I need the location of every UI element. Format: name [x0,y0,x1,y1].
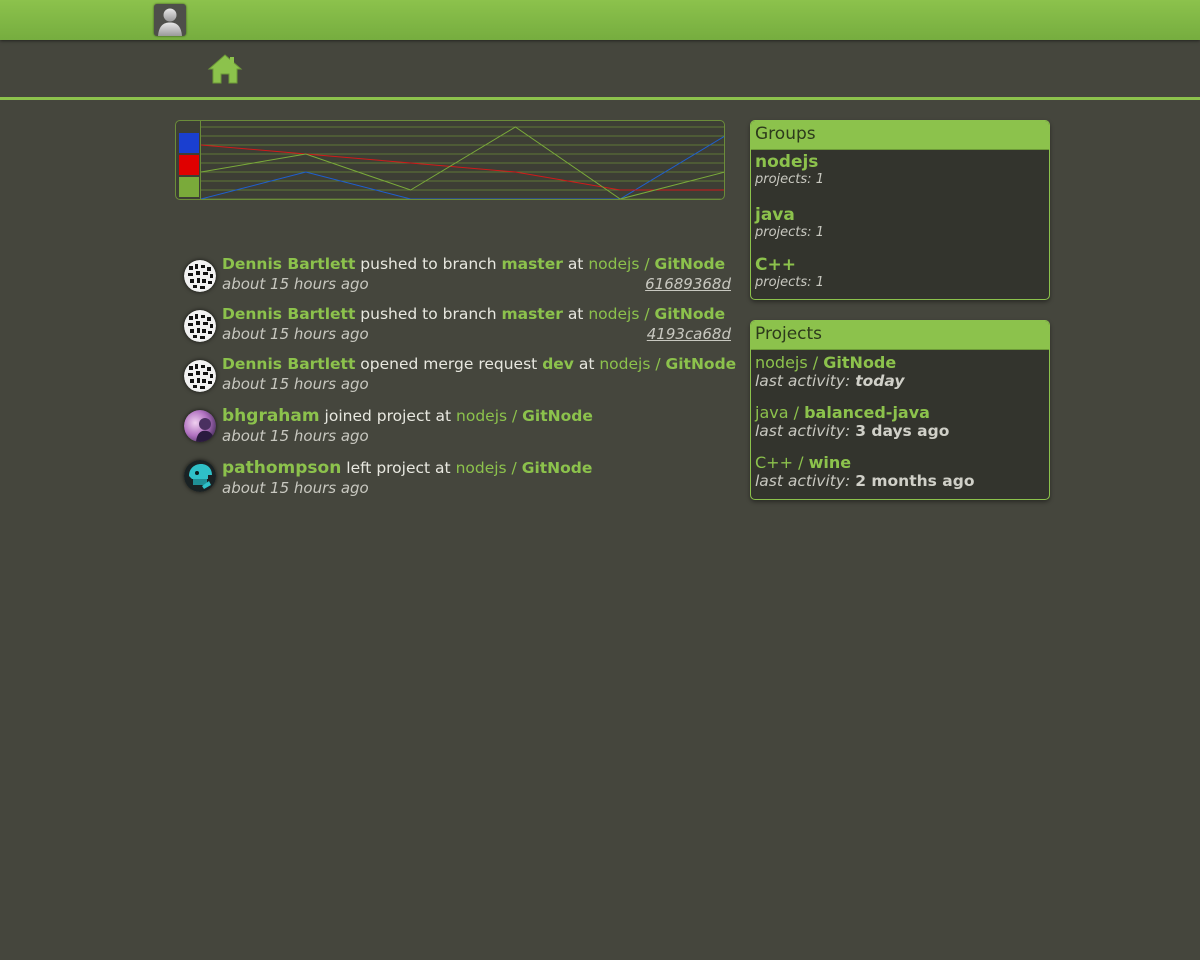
event-at: at [578,355,595,373]
event-summary: bhgraham joined project at nodejs / GitN… [222,406,593,426]
event-namespace-link[interactable]: nodejs / [588,305,649,323]
event-project-link[interactable]: GitNode [522,407,593,425]
event-namespace-link[interactable]: nodejs / [456,407,517,425]
event-namespace-link[interactable]: nodejs / [599,355,660,373]
group-name-link[interactable]: C++ [755,255,1049,275]
event-project-link[interactable]: GitNode [522,459,593,477]
event-branch-link[interactable]: master [501,305,562,323]
projects-panel-title: Projects [751,321,1049,350]
last-activity-value: 3 days ago [855,422,950,440]
event-user-link[interactable]: pathompson [222,458,341,478]
event-time: about 15 hours ago [222,375,369,393]
activity-chart [175,120,725,200]
feed-event: Dennis Bartlett opened merge request dev… [180,350,745,400]
feed-event: Dennis Bartlett pushed to branch master … [180,250,745,300]
groups-panel: Groups nodejs projects: 1 java projects:… [750,120,1050,300]
user-avatar[interactable] [184,360,216,392]
group-name-link[interactable]: java [755,205,1049,225]
user-avatar[interactable] [184,260,216,292]
event-user-link[interactable]: Dennis Bartlett [222,355,355,373]
event-namespace-link[interactable]: nodejs / [456,459,517,477]
event-user-link[interactable]: Dennis Bartlett [222,255,355,273]
group-item[interactable]: java projects: 1 [751,203,1049,253]
project-item[interactable]: java / balanced-java last activity: 3 da… [751,400,1049,450]
event-time: about 15 hours ago [222,479,369,497]
event-summary: Dennis Bartlett pushed to branch master … [222,305,725,323]
projects-panel: Projects nodejs / GitNode last activity:… [750,320,1050,500]
chart-legend [176,121,201,199]
event-at: at [435,407,452,425]
event-namespace-link[interactable]: nodejs / [588,255,649,273]
event-user-link[interactable]: bhgraham [222,406,320,426]
commit-link[interactable]: 4193ca68d [647,325,731,343]
feed-event: Dennis Bartlett pushed to branch master … [180,300,745,350]
group-projects-count: projects: 1 [755,275,824,290]
chart-plot [201,126,724,199]
top-bar [0,0,1200,40]
project-link[interactable]: java / balanced-java [755,403,1049,422]
groups-panel-title: Groups [751,121,1049,150]
project-name: balanced-java [804,403,930,422]
user-avatar[interactable] [184,310,216,342]
project-link[interactable]: C++ / wine [755,453,1049,472]
event-action: opened merge request [360,355,538,373]
event-action: pushed to branch [360,255,497,273]
legend-swatch-blue [179,133,199,153]
project-last-activity: last activity: today [755,372,1049,390]
home-icon[interactable] [207,53,243,85]
event-summary: Dennis Bartlett opened merge request dev… [222,355,736,373]
user-avatar[interactable] [184,460,216,492]
last-activity-value: 2 months ago [855,472,975,490]
project-item[interactable]: nodejs / GitNode last activity: today [751,350,1049,400]
event-action: pushed to branch [360,305,497,323]
last-activity-label: last activity: [755,472,851,490]
project-name: GitNode [823,353,897,372]
group-projects-count: projects: 1 [755,172,824,187]
event-branch-link[interactable]: master [501,255,562,273]
project-namespace: java / [755,403,799,422]
event-user-link[interactable]: Dennis Bartlett [222,305,355,323]
project-last-activity: last activity: 2 months ago [755,472,1049,490]
event-project-link[interactable]: GitNode [666,355,737,373]
last-activity-value: today [855,372,905,390]
legend-swatch-red [179,155,199,175]
event-time: about 15 hours ago [222,325,369,343]
group-name-link[interactable]: nodejs [755,152,1049,172]
event-summary: pathompson left project at nodejs / GitN… [222,458,592,478]
feed-event: pathompson left project at nodejs / GitN… [180,452,745,502]
event-action: left project [346,459,431,477]
user-silhouette-icon[interactable] [154,4,186,36]
project-item[interactable]: C++ / wine last activity: 2 months ago [751,450,1049,499]
group-projects-count: projects: 1 [755,225,824,240]
last-activity-label: last activity: [755,372,851,390]
project-name: wine [808,453,852,472]
activity-feed: Dennis Bartlett pushed to branch master … [180,250,745,502]
project-last-activity: last activity: 3 days ago [755,422,1049,440]
event-project-link[interactable]: GitNode [654,255,725,273]
nav-bar [0,40,1200,100]
event-at: at [435,459,451,477]
project-namespace: C++ / [755,453,804,472]
commit-link[interactable]: 61689368d [645,275,731,293]
legend-swatch-green [179,177,199,197]
event-summary: Dennis Bartlett pushed to branch master … [222,255,725,273]
user-avatar[interactable] [184,410,216,442]
event-action: joined project [324,407,431,425]
project-namespace: nodejs / [755,353,819,372]
feed-event: bhgraham joined project at nodejs / GitN… [180,400,745,452]
event-project-link[interactable]: GitNode [654,305,725,323]
event-at: at [567,305,584,323]
last-activity-label: last activity: [755,422,851,440]
event-at: at [567,255,584,273]
event-time: about 15 hours ago [222,275,369,293]
event-merge-request-link[interactable]: dev [542,355,574,373]
group-item[interactable]: C++ projects: 1 [751,253,1049,299]
event-time: about 15 hours ago [222,427,369,445]
project-link[interactable]: nodejs / GitNode [755,353,1049,372]
group-item[interactable]: nodejs projects: 1 [751,150,1049,203]
